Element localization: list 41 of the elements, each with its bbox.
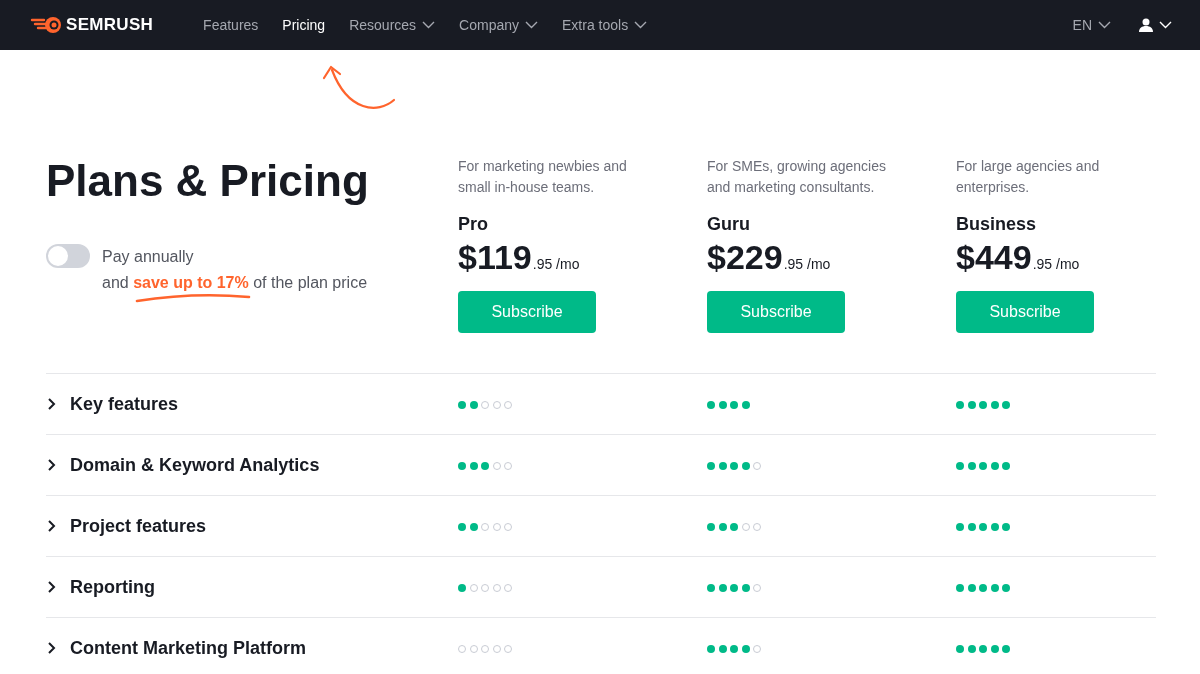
- chevron-icon[interactable]: [46, 520, 58, 532]
- chevron-icon[interactable]: [46, 642, 58, 654]
- language-menu[interactable]: EN: [1072, 17, 1111, 33]
- nav-link[interactable]: Company: [459, 17, 538, 33]
- feature-label[interactable]: Project features: [70, 515, 207, 537]
- caret-icon: [422, 21, 436, 29]
- plan-name: Business: [956, 213, 1038, 236]
- plan-description: For marketing newbies and small in-house teams.: [458, 157, 628, 197]
- price-suffix: .95 /mo: [783, 256, 831, 272]
- chevron-icon[interactable]: [46, 459, 58, 471]
- logo-text[interactable]: SEMRUSH: [66, 15, 154, 35]
- plan-description: For SMEs, growing agencies and marketing consultants.: [707, 157, 887, 197]
- feature-label[interactable]: Content Marketing Platform: [70, 637, 306, 659]
- discount-note: and save up to 17% of the plan price: [102, 274, 368, 291]
- feature-label[interactable]: Reporting: [70, 576, 155, 598]
- plan-name: Guru: [707, 213, 751, 236]
- page-title: Plans & Pricing: [46, 156, 370, 206]
- logo-icon: [30, 16, 62, 34]
- nav-link[interactable]: Pricing: [282, 17, 326, 33]
- feature-label[interactable]: Domain & Keyword Analytics: [70, 454, 320, 476]
- billing-toggle[interactable]: [46, 244, 90, 268]
- plan-name: Pro: [458, 213, 489, 236]
- chevron-icon[interactable]: [46, 581, 58, 593]
- user-icon: [1139, 18, 1153, 32]
- price-suffix: .95 /mo: [532, 256, 580, 272]
- caret-icon: [1098, 21, 1111, 29]
- nav-link[interactable]: Extra tools: [562, 17, 648, 33]
- toggle-label: Pay annually: [102, 248, 194, 265]
- nav-link[interactable]: Features: [203, 17, 259, 33]
- feature-label[interactable]: Key features: [70, 393, 179, 415]
- plan-price: $229: [707, 237, 783, 277]
- plan-description: For large agencies and enterprises.: [956, 157, 1101, 197]
- plan-price: $449: [956, 237, 1032, 277]
- account-menu[interactable]: [1139, 18, 1172, 32]
- price-suffix: .95 /mo: [1032, 256, 1080, 272]
- caret-icon: [634, 21, 648, 29]
- nav-link[interactable]: Resources: [349, 17, 436, 33]
- caret-icon: [1159, 21, 1172, 29]
- plan-price: $119: [458, 237, 532, 277]
- chevron-icon[interactable]: [46, 398, 58, 410]
- caret-icon: [525, 21, 538, 29]
